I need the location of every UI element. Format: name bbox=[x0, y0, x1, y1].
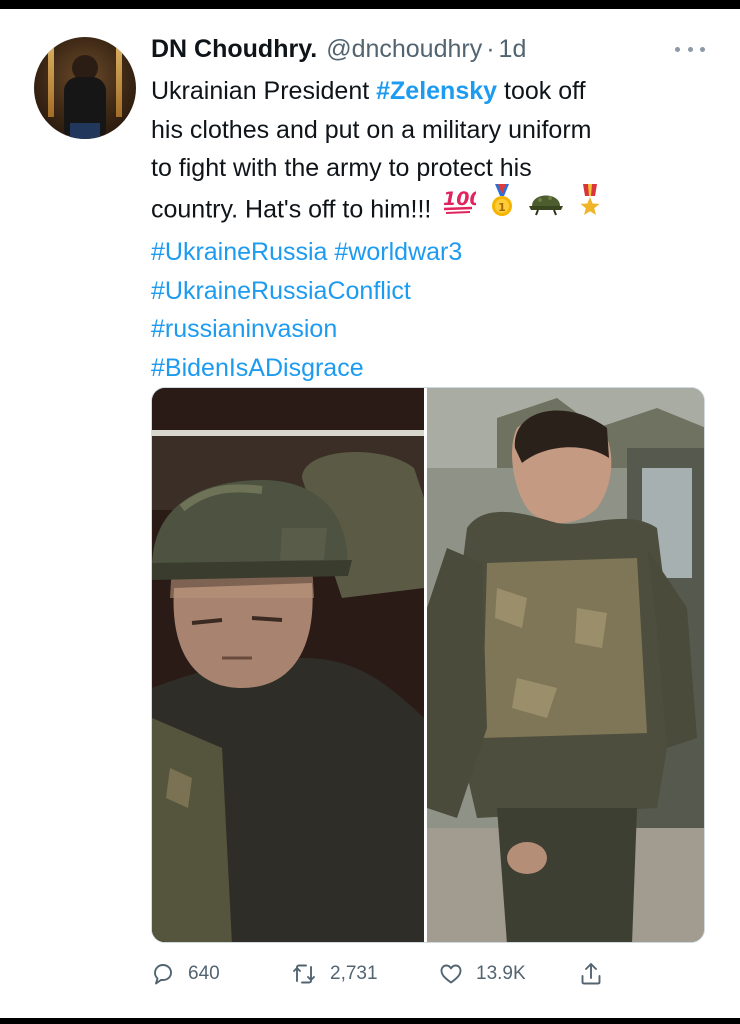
tweet-text-line: to fight with the army to protect his bbox=[151, 154, 532, 182]
hashtag-link[interactable]: #BidenIsADisgrace bbox=[151, 349, 711, 388]
tweet-text: Ukrainian President #Zelensky took off h… bbox=[151, 72, 711, 387]
svg-text:100: 100 bbox=[443, 188, 476, 210]
retweet-count: 2,731 bbox=[330, 963, 378, 984]
hashtag-link[interactable]: #UkraineRussia bbox=[151, 238, 327, 266]
tweet-header: DN Choudhry. @dnchoudhry · 1d bbox=[151, 35, 526, 69]
hashtag-link[interactable]: #UkraineRussiaConflict bbox=[151, 272, 711, 311]
reply-icon bbox=[151, 962, 175, 986]
hashtag-link[interactable]: #Zelensky bbox=[376, 77, 497, 105]
bottom-bar bbox=[0, 1018, 740, 1024]
author-avatar[interactable] bbox=[34, 37, 136, 139]
tweet-actions: 640 2,731 13.9K bbox=[151, 956, 631, 992]
hashtag-link[interactable]: #worldwar3 bbox=[334, 238, 462, 266]
share-button[interactable] bbox=[579, 956, 603, 992]
reply-count: 640 bbox=[188, 963, 220, 984]
tweet-text-segment: Ukrainian President bbox=[151, 77, 377, 105]
separator-dot: · bbox=[486, 35, 495, 63]
top-status-bar bbox=[0, 0, 740, 9]
tweet-text-line: country. Hat's off to him!!! bbox=[151, 194, 432, 223]
hashtag-link[interactable]: #russianinvasion bbox=[151, 310, 711, 349]
hundred-points-icon: 100 bbox=[442, 186, 483, 228]
military-medal-icon bbox=[575, 183, 605, 230]
like-button[interactable]: 13.9K bbox=[439, 956, 526, 992]
first-place-medal-icon: 1 bbox=[487, 183, 517, 230]
military-helmet-icon bbox=[528, 186, 564, 228]
retweet-icon bbox=[291, 962, 317, 986]
share-icon bbox=[579, 961, 603, 987]
author-handle[interactable]: @dnchoudhry bbox=[326, 35, 482, 64]
tweet-text-line: his clothes and put on a military unifor… bbox=[151, 115, 592, 144]
reply-button[interactable]: 640 bbox=[151, 956, 220, 992]
like-count: 13.9K bbox=[476, 963, 526, 984]
more-options-icon[interactable] bbox=[675, 39, 705, 59]
tweet-timestamp[interactable]: 1d bbox=[499, 35, 527, 64]
tweet-card[interactable]: DN Choudhry. @dnchoudhry · 1d Ukrainian … bbox=[0, 9, 740, 1018]
heart-icon bbox=[439, 962, 463, 986]
tweet-text-segment: took off bbox=[497, 77, 586, 105]
retweet-button[interactable]: 2,731 bbox=[291, 956, 378, 992]
svg-text:1: 1 bbox=[498, 201, 506, 214]
right-photo[interactable] bbox=[427, 388, 704, 942]
author-name[interactable]: DN Choudhry. bbox=[151, 35, 317, 64]
left-photo[interactable] bbox=[152, 388, 424, 942]
tweet-media[interactable] bbox=[151, 387, 705, 943]
